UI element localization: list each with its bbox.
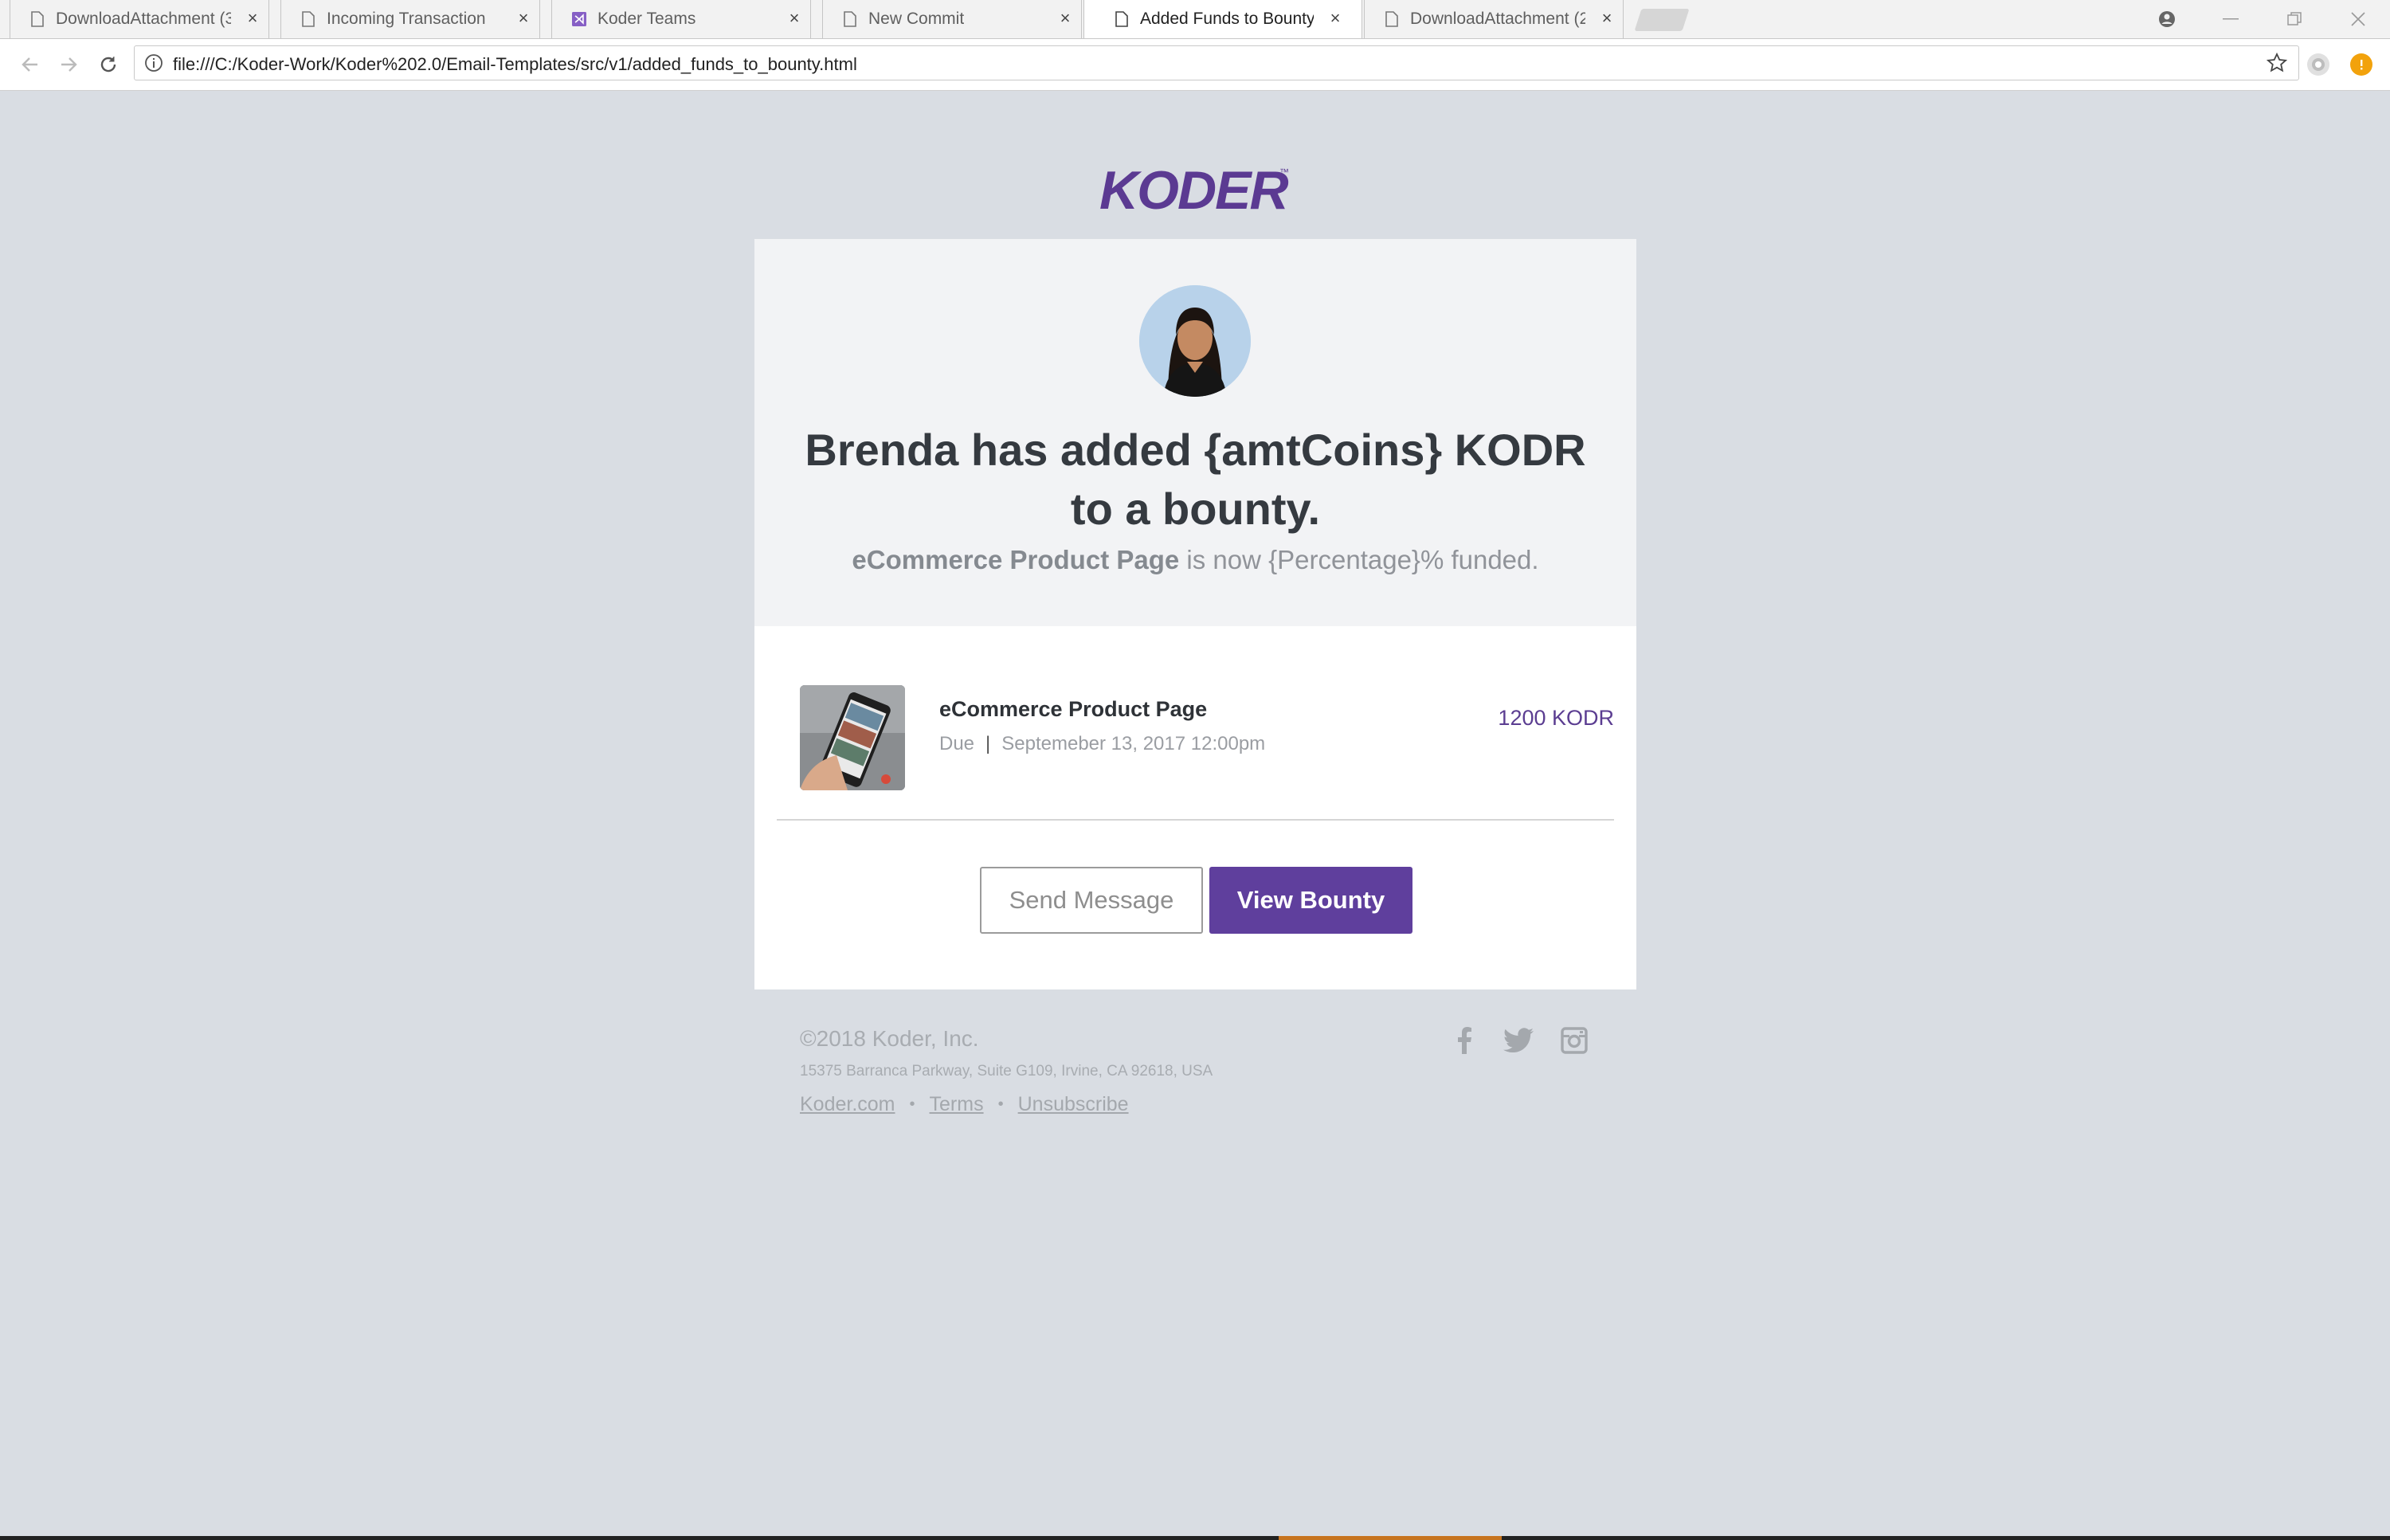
email-card: Brenda has added {amtCoins} KODR to a bo… <box>754 239 1636 989</box>
forward-arrow-icon[interactable] <box>54 50 83 79</box>
footer-copyright: ©2018 Koder, Inc. <box>800 1026 979 1051</box>
link-separator: • <box>909 1095 915 1113</box>
document-icon <box>843 10 857 28</box>
extension-icon[interactable] <box>2307 53 2329 76</box>
restore-icon[interactable] <box>2263 0 2326 38</box>
address-bar[interactable]: file:///C:/Koder-Work/Koder%202.0/Email-… <box>134 45 2299 80</box>
due-label: Due <box>939 733 975 754</box>
close-tab-icon[interactable]: × <box>1326 10 1344 27</box>
footer-address: 15375 Barranca Parkway, Suite G109, Irvi… <box>800 1063 1213 1080</box>
tab-title: DownloadAttachment (2 <box>1410 10 1585 28</box>
browser-tab[interactable]: DownloadAttachment (3 × <box>0 0 279 38</box>
avatar <box>1139 285 1251 397</box>
koder-logo: KODER ™ <box>1099 159 1291 221</box>
due-date: Septemeber 13, 2017 12:00pm <box>1001 733 1266 754</box>
back-arrow-icon[interactable] <box>16 50 45 79</box>
visual-studio-icon <box>572 10 586 28</box>
svg-text:KODER: KODER <box>1099 160 1288 220</box>
headline: Brenda has added {amtCoins} KODR to a bo… <box>805 425 1586 534</box>
document-icon <box>1385 10 1399 28</box>
instagram-icon[interactable] <box>1558 1025 1590 1056</box>
bounty-due-date: Due | Septemeber 13, 2017 12:00pm <box>939 733 1265 755</box>
browser-tab[interactable]: Koder Teams × <box>542 0 821 38</box>
browser-tab-active[interactable]: Added Funds to Bounty × <box>1083 0 1362 38</box>
profile-icon[interactable] <box>2135 0 2199 38</box>
view-bounty-button[interactable]: View Bounty <box>1209 867 1412 934</box>
terms-link[interactable]: Terms <box>930 1093 984 1116</box>
svg-text:™: ™ <box>1279 167 1289 178</box>
bounty-amount: 1200 KODR <box>1498 706 1614 730</box>
tab-title: New Commit <box>868 10 965 28</box>
link-separator: • <box>997 1095 1004 1113</box>
close-tab-icon[interactable]: × <box>244 10 261 27</box>
document-icon <box>30 10 45 28</box>
reload-icon[interactable] <box>94 50 123 79</box>
project-name: eCommerce Product Page <box>852 545 1180 574</box>
taskbar-highlight <box>1279 1536 1502 1540</box>
send-message-button[interactable]: Send Message <box>980 867 1203 934</box>
browser-tab[interactable]: DownloadAttachment (2 × <box>1354 0 1633 38</box>
tab-title: DownloadAttachment (3 <box>56 10 231 28</box>
document-icon <box>1115 10 1129 28</box>
new-tab-button[interactable] <box>1634 9 1690 31</box>
bookmark-star-icon[interactable] <box>2266 52 2288 73</box>
twitter-icon[interactable] <box>1503 1025 1534 1056</box>
close-window-icon[interactable] <box>2326 0 2390 38</box>
close-tab-icon[interactable]: × <box>786 10 803 27</box>
browser-tab[interactable]: New Commit × <box>813 0 1091 38</box>
koder-link[interactable]: Koder.com <box>800 1093 895 1116</box>
tab-title: Incoming Transaction <box>327 10 486 28</box>
divider <box>777 819 1614 821</box>
email-header-section: Brenda has added {amtCoins} KODR to a bo… <box>754 239 1636 626</box>
tab-title: Koder Teams <box>598 10 696 28</box>
close-tab-icon[interactable]: × <box>1598 10 1616 27</box>
bounty-thumbnail[interactable] <box>800 685 905 790</box>
browser-toolbar: file:///C:/Koder-Work/Koder%202.0/Email-… <box>0 39 2390 91</box>
minimize-icon[interactable] <box>2199 0 2263 38</box>
taskbar-edge <box>0 1536 2390 1540</box>
tab-title: Added Funds to Bounty <box>1140 10 1314 28</box>
document-icon <box>301 10 315 28</box>
warning-icon[interactable] <box>2350 53 2372 76</box>
browser-tab[interactable]: Incoming Transaction × <box>271 0 550 38</box>
funding-status: eCommerce Product Page is now {Percentag… <box>786 545 1604 575</box>
info-icon[interactable] <box>144 53 163 72</box>
due-separator: | <box>985 733 991 754</box>
browser-tab-strip: DownloadAttachment (3 × Incoming Transac… <box>0 0 2390 39</box>
url-text[interactable]: file:///C:/Koder-Work/Koder%202.0/Email-… <box>173 54 857 75</box>
footer-links: Koder.com • Terms • Unsubscribe <box>800 1093 1129 1116</box>
close-tab-icon[interactable]: × <box>515 10 532 27</box>
bounty-title[interactable]: eCommerce Product Page <box>939 697 1207 722</box>
funding-text: is now {Percentage}% funded. <box>1179 545 1539 574</box>
close-tab-icon[interactable]: × <box>1056 10 1074 27</box>
facebook-icon[interactable] <box>1448 1025 1480 1056</box>
unsubscribe-link[interactable]: Unsubscribe <box>1018 1093 1129 1116</box>
